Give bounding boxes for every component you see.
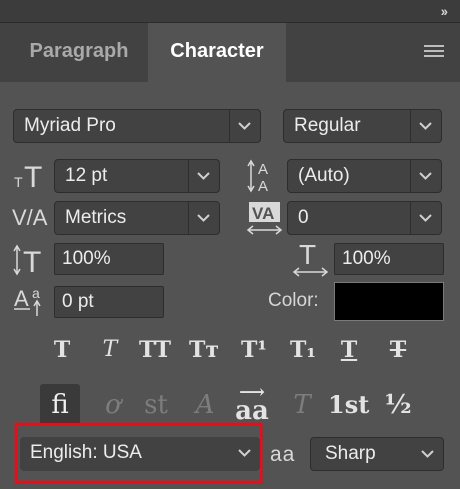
collapse-panel-icon[interactable]: ›› — [441, 3, 448, 19]
chevron-down-icon[interactable] — [410, 202, 441, 234]
baseline-shift-icon: A a — [14, 285, 41, 316]
chevron-down-icon[interactable] — [188, 202, 219, 234]
contextual-alternates-button[interactable]: ơ — [93, 384, 133, 426]
kerning-dropdown[interactable]: Metrics — [54, 201, 220, 235]
chevron-down-icon[interactable] — [229, 110, 260, 142]
chevron-down-icon[interactable] — [230, 437, 260, 469]
leading-value: (Auto) — [298, 165, 350, 186]
language-dropdown[interactable]: English: USA — [20, 437, 260, 471]
antialiasing-value: Sharp — [325, 443, 376, 464]
svg-text:T: T — [24, 161, 42, 191]
subscript-button[interactable]: T₁ — [286, 333, 320, 367]
discretionary-ligatures-button[interactable]: st — [136, 384, 176, 426]
small-caps-button[interactable]: Tᴛ — [187, 333, 221, 367]
svg-text:a: a — [32, 285, 40, 301]
svg-text:A: A — [258, 178, 268, 194]
chevron-down-icon[interactable] — [413, 438, 443, 470]
tracking-icon: VA — [246, 202, 283, 235]
tab-paragraph[interactable]: Paragraph — [10, 23, 148, 82]
font-style-dropdown[interactable]: Regular — [283, 109, 442, 143]
fractions-button[interactable]: ½ — [378, 384, 418, 426]
svg-text:A: A — [14, 286, 29, 311]
kerning-value: Metrics — [65, 207, 127, 228]
panel-tab-bar: Paragraph Character — [0, 23, 460, 82]
antialiasing-dropdown[interactable]: Sharp — [310, 437, 444, 471]
horizontal-scale-icon: T — [292, 240, 329, 277]
baseline-shift-input[interactable]: 0 pt — [54, 286, 164, 318]
swash-button[interactable]: A — [185, 384, 225, 426]
antialiasing-icon: aa — [270, 443, 296, 466]
font-size-icon: T T — [14, 161, 42, 191]
language-value: English: USA — [30, 442, 142, 463]
superscript-button[interactable]: T¹ — [237, 333, 271, 367]
tracking-value: 0 — [298, 207, 309, 228]
svg-text:A: A — [258, 161, 268, 178]
panel-top-bar: ›› — [0, 0, 460, 23]
font-size-dropdown[interactable]: 12 pt — [54, 159, 220, 193]
vertical-scale-input[interactable]: 100% — [54, 243, 164, 275]
svg-text:VA: VA — [252, 204, 274, 223]
svg-text:T: T — [299, 240, 316, 270]
strikethrough-button[interactable]: T — [381, 333, 415, 367]
faux-italic-button[interactable]: T — [93, 333, 127, 367]
leading-icon: A A — [247, 159, 268, 194]
color-swatch[interactable] — [334, 282, 444, 321]
all-caps-button[interactable]: TT — [138, 333, 172, 367]
font-style-value: Regular — [294, 115, 361, 136]
baseline-shift-value: 0 pt — [62, 291, 94, 312]
tab-character[interactable]: Character — [148, 23, 286, 82]
faux-bold-button[interactable]: T — [45, 333, 79, 367]
chevron-down-icon[interactable] — [410, 160, 441, 192]
svg-text:V/A: V/A — [12, 205, 48, 230]
stylistic-alternates-button[interactable]: ⟶ aa — [232, 384, 272, 426]
tracking-dropdown[interactable]: 0 — [287, 201, 442, 235]
font-family-dropdown[interactable]: Myriad Pro — [13, 109, 261, 143]
svg-text:T: T — [14, 174, 23, 190]
panel-menu-icon[interactable] — [424, 45, 444, 59]
underline-button[interactable]: T — [332, 333, 366, 367]
ordinals-button[interactable]: 1st — [328, 384, 369, 426]
standard-ligatures-button[interactable]: fi — [40, 384, 80, 426]
chevron-down-icon[interactable] — [410, 110, 441, 142]
svg-text:T: T — [23, 246, 41, 276]
vertical-scale-icon: T — [13, 244, 41, 276]
horizontal-scale-input[interactable]: 100% — [334, 243, 444, 275]
font-size-value: 12 pt — [65, 165, 108, 186]
leading-dropdown[interactable]: (Auto) — [287, 159, 442, 193]
titling-alternates-button[interactable]: T — [282, 384, 322, 426]
chevron-down-icon[interactable] — [188, 160, 219, 192]
font-family-value: Myriad Pro — [24, 115, 116, 136]
vertical-scale-value: 100% — [62, 248, 111, 269]
kerning-icon: V/A — [12, 205, 48, 230]
horizontal-scale-value: 100% — [342, 248, 391, 269]
color-label: Color: — [268, 290, 319, 311]
